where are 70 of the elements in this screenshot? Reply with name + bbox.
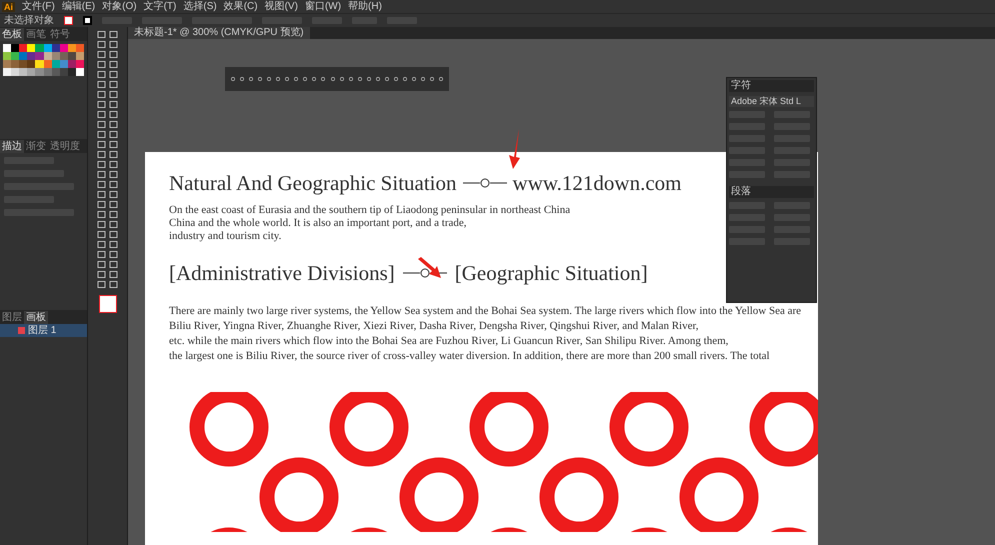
selection-label: 未选择对象 <box>4 14 54 26</box>
tool-icon[interactable] <box>96 191 118 198</box>
fill-swatch-icon[interactable] <box>64 16 73 25</box>
menu-item[interactable]: 文件(F) <box>22 0 55 12</box>
panel-tab[interactable]: 色板 <box>0 28 24 41</box>
body-text-line: There are mainly two large river systems, the Yellow Sea system and the Bohai Sea system. The large rivers which flow into the Yellow Sea are <box>169 304 802 319</box>
menu-item[interactable]: 效果(C) <box>224 0 258 12</box>
arrow-drawing <box>506 129 522 169</box>
tool-icon[interactable] <box>96 171 118 178</box>
menu-item[interactable]: 对象(O) <box>102 0 137 12</box>
tool-icon[interactable] <box>96 81 118 88</box>
document-tab[interactable]: 未标题-1* @ 300% (CMYK/GPU 预览) <box>128 27 310 39</box>
panel-tab[interactable]: 符号 <box>48 28 72 41</box>
body-text-line: etc. while the main rivers which flow into the Bohai Sea are Fuzhou River, Li Guancun River, San Shilipu River. Among them, <box>169 334 728 349</box>
tool-icon[interactable] <box>96 271 118 278</box>
section-heading: [Geographic Situation] <box>454 260 648 286</box>
tool-icon[interactable] <box>96 201 118 208</box>
tool-icon[interactable] <box>96 111 118 118</box>
document-title: Natural And Geographic Situation <box>169 170 457 196</box>
menu-item[interactable]: 视图(V) <box>264 0 298 12</box>
tool-icon[interactable] <box>96 71 118 78</box>
app-logo: Ai <box>2 2 15 12</box>
tool-icon[interactable] <box>96 131 118 138</box>
intro-text-line: industry and tourism city. <box>169 230 282 243</box>
stroke-swatch-icon[interactable] <box>83 16 92 25</box>
layer-name: 图层 1 <box>28 324 56 336</box>
panel-tab[interactable]: 画板 <box>24 311 48 324</box>
panel-tab[interactable]: 图层 <box>0 311 24 324</box>
tool-icon[interactable] <box>96 101 118 108</box>
menu-item[interactable]: 窗口(W) <box>304 0 342 12</box>
tool-icon[interactable] <box>96 41 118 48</box>
tool-icon[interactable] <box>96 161 118 168</box>
fill-stroke-icon[interactable] <box>98 295 116 313</box>
tool-icon[interactable] <box>96 281 118 288</box>
panel-tab[interactable]: 透明度 <box>48 140 82 153</box>
tool-icon[interactable] <box>96 181 118 188</box>
line-circle-icon <box>402 268 447 278</box>
menu-item[interactable]: 编辑(E) <box>62 0 96 12</box>
tool-icon[interactable] <box>96 231 118 238</box>
intro-text-line: On the east coast of Eurasia and the southern tip of Liaodong peninsular in northeast China <box>169 204 570 217</box>
tool-icon[interactable] <box>96 91 118 98</box>
tool-icon[interactable] <box>96 31 118 38</box>
intro-text-line: China and the whole world. It is also an important port, and a trade, <box>169 217 467 230</box>
tool-icon[interactable] <box>96 51 118 58</box>
tool-icon[interactable] <box>96 261 118 268</box>
website-url: www.121down.com <box>512 170 682 196</box>
panel-title: 字符 <box>729 80 814 92</box>
menu-item[interactable]: 文字(T) <box>144 0 176 12</box>
panel-title: 段落 <box>729 186 814 198</box>
layer-row[interactable]: 图层 1 <box>0 324 87 337</box>
tool-icon[interactable] <box>96 151 118 158</box>
tool-icon[interactable] <box>96 251 118 258</box>
section-heading: [Administrative Divisions] <box>169 260 395 286</box>
body-text-line: Biliu River, Yingna River, Zhuanghe River, Xiezi River, Dasha River, Dengsha River, Qingshui River, and Malan River, <box>169 319 698 334</box>
tool-icon[interactable] <box>96 141 118 148</box>
panel-tab[interactable]: 画笔 <box>24 28 48 41</box>
line-circle-icon <box>462 178 507 188</box>
tool-icon[interactable] <box>96 61 118 68</box>
menu-item[interactable]: 帮助(H) <box>348 0 382 12</box>
arrow-drawing <box>418 257 442 279</box>
tool-icon[interactable] <box>96 241 118 248</box>
panel-tab[interactable]: 渐变 <box>24 140 48 153</box>
tool-icon[interactable] <box>96 211 118 218</box>
body-text-line: the largest one is Biliu River, the source river of cross-valley water diversion. In addition, there are more than 200 small rivers. The total <box>169 349 770 364</box>
tool-icon[interactable] <box>96 121 118 128</box>
tool-icon[interactable] <box>96 221 118 228</box>
font-field[interactable]: Adobe 宋体 Std L <box>729 96 814 107</box>
menu-item[interactable]: 选择(S) <box>183 0 217 12</box>
panel-tab[interactable]: 描边 <box>0 140 24 153</box>
layer-color-icon <box>18 327 25 334</box>
